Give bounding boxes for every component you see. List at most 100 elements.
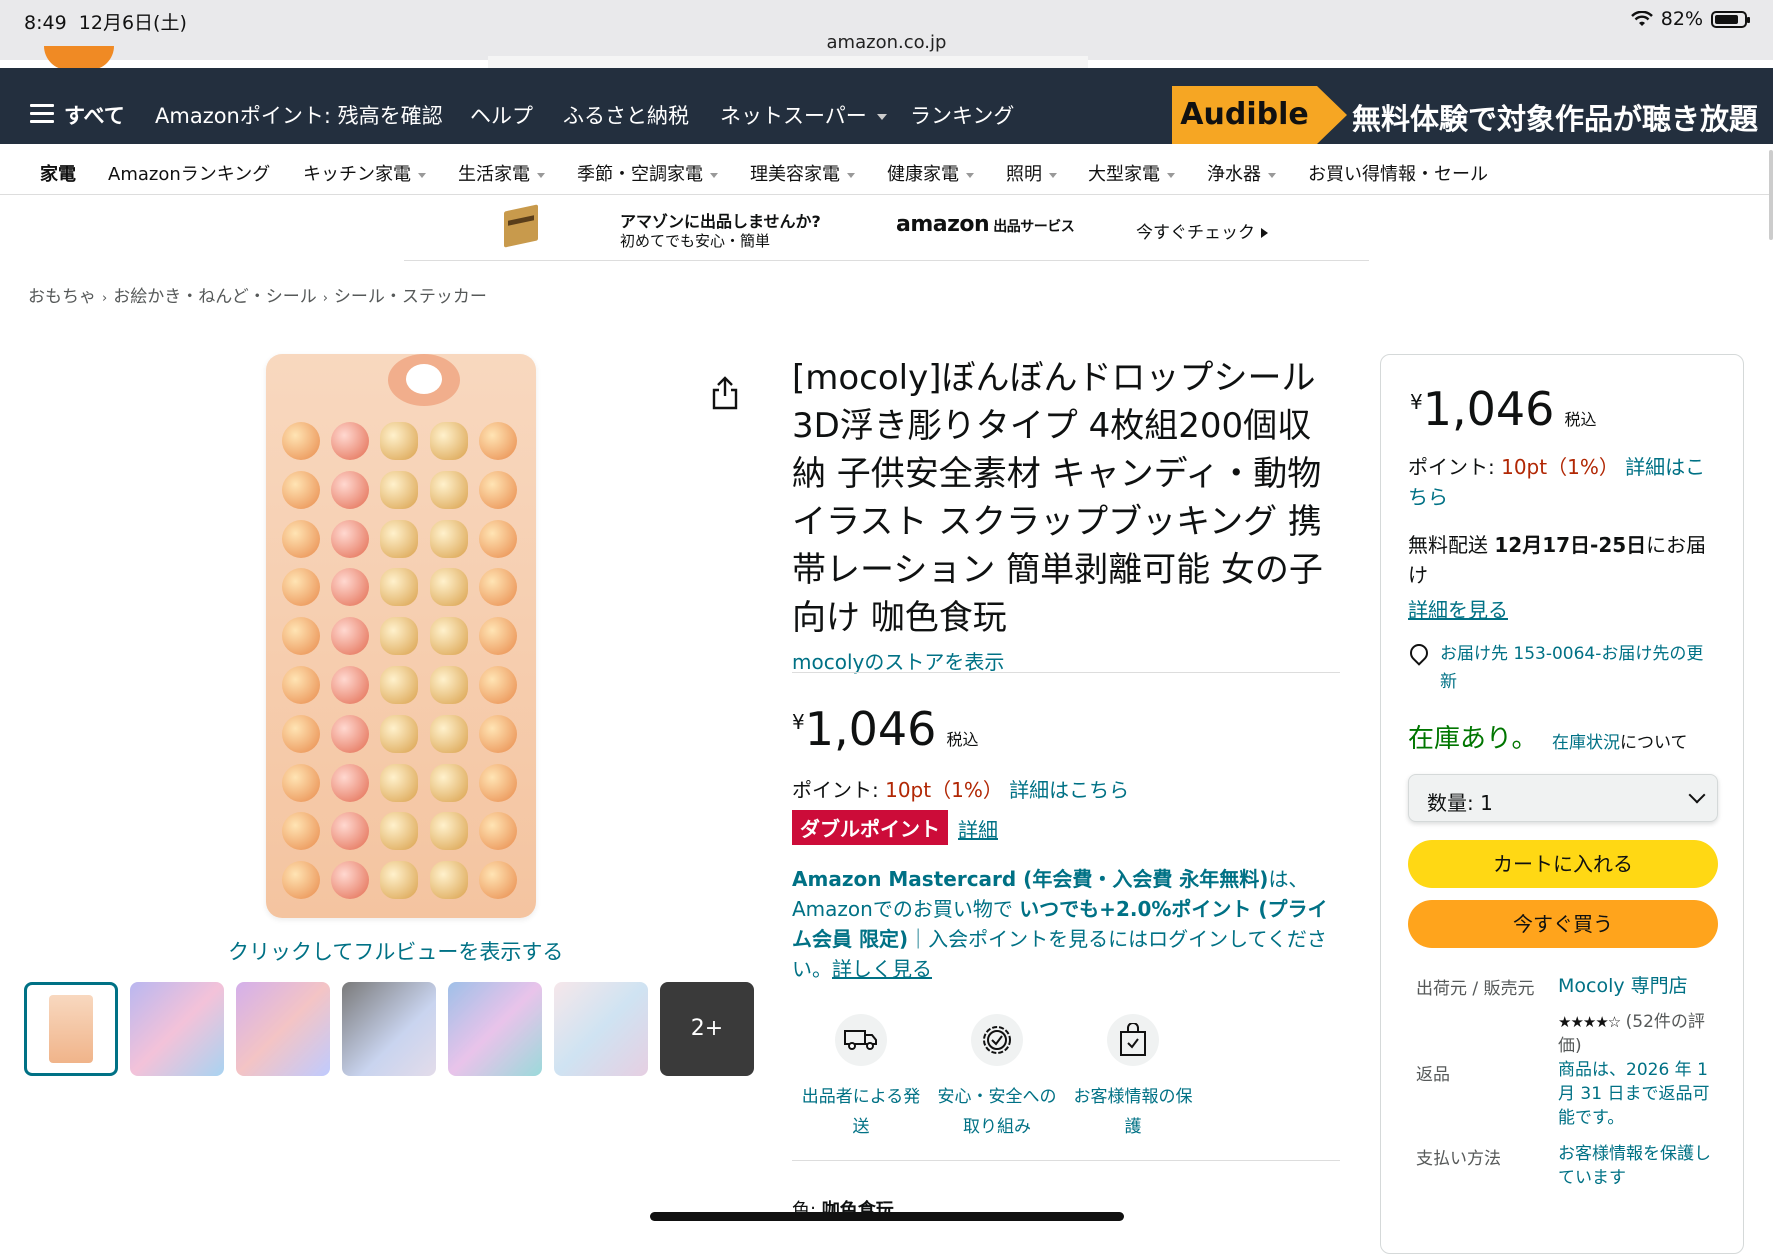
points-line: ポイント: 10pt（1%） 詳細はこちら [792,778,1130,802]
sticker-graphic [331,763,370,802]
sticker-graphic [429,812,468,851]
fullview-link[interactable]: クリックしてフルビューを表示する [228,936,563,966]
feature-safety[interactable]: 安心・安全への取り組み [932,1014,1062,1142]
subnav-item-kenkou[interactable]: 健康家電 [887,160,974,186]
nav-item-points[interactable]: Amazonポイント: 残高を確認 [155,100,443,130]
subnav-item-sale[interactable]: お買い得情報・セール [1308,160,1488,186]
thumbnail[interactable] [236,982,330,1076]
subnav-item-jousuiki[interactable]: 浄水器 [1207,160,1276,186]
add-to-cart-button[interactable]: カートに入れる [1408,840,1718,888]
thumbnail[interactable] [130,982,224,1076]
buy-now-button[interactable]: 今すぐ買う [1408,900,1718,948]
seller-rating[interactable]: ★★★★☆ (52件の評価) [1558,1010,1718,1058]
sticker-graphic [478,422,517,460]
chevron-down-icon [1688,786,1706,804]
sticker-graphic [478,812,517,851]
battery-icon [1711,10,1750,28]
banner-cta[interactable]: 今すぐチェック [1136,218,1268,243]
sticker-graphic [282,470,320,509]
thumbnail[interactable] [24,982,118,1076]
sticker-graphic [380,714,419,753]
store-link[interactable]: mocolyのストアを表示 [792,646,1004,675]
sticker-graphic [331,714,370,753]
subnav-item-seikatsu[interactable]: 生活家電 [458,160,545,186]
stock-note: 在庫状況について [1552,733,1688,753]
audible-arrow-icon [1317,86,1347,144]
play-arrow-icon [1261,228,1268,238]
sticker-graphic [282,422,320,460]
sticker-graphic [478,617,517,656]
double-point-detail-link[interactable]: 詳細 [958,814,998,843]
page-scrollbar[interactable] [1769,150,1773,240]
banner-line1: アマゾンに出品しませんか? [620,212,821,231]
seller-label: 出荷元 / 販売元 [1416,979,1535,999]
subnav-item-season[interactable]: 季節・空調家電 [577,160,718,186]
subnav-item-ranking[interactable]: Amazonランキング [108,160,270,186]
quantity-select[interactable]: 数量: 1 [1408,774,1718,822]
wifi-icon [1630,11,1653,26]
rating-stars: ★★★★☆ [1558,1013,1621,1031]
divider [792,1160,1340,1161]
chevron-down-icon [1268,172,1276,178]
mastercard-learn-more-link[interactable]: 詳しく見る [832,957,932,981]
sticker-graphic [478,714,517,753]
product-title: [mocoly]ぼんぼんドロップシール 3D浮き彫りタイプ 4枚組200個収納 … [792,358,1323,638]
divider [792,672,1340,673]
sticker-graphic [380,617,419,656]
feature-privacy[interactable]: お客様情報の保護 [1068,1014,1198,1142]
nav-all[interactable]: すべて [64,100,125,130]
subnav-item-shoumei[interactable]: 照明 [1006,160,1057,186]
subnav-item-oogata[interactable]: 大型家電 [1088,160,1175,186]
product-price: ¥1,046 税込 [792,702,979,756]
nav-item-furusato[interactable]: ふるさと納税 [563,100,689,130]
home-indicator[interactable] [650,1212,1124,1221]
thumbnail[interactable] [554,982,648,1076]
sticker-graphic [331,665,370,704]
sticker-sheet [282,422,520,902]
location-pin-icon [1406,640,1432,666]
subnav-item-biyou[interactable]: 理美容家電 [750,160,855,186]
delivery-detail-link[interactable]: 詳細を見る [1408,594,1508,623]
payment-label: 支払い方法 [1416,1149,1501,1169]
subnav-item-kaden[interactable]: 家電 [40,160,76,186]
delivery-location-link[interactable]: お届け先 153-0064-お届け先の更新 [1406,640,1718,696]
address-bar-url[interactable]: amazon.co.jp [0,32,1773,53]
subnav-item-kitchen[interactable]: キッチン家電 [303,160,426,186]
return-policy-link[interactable]: 商品は、2026 年 1 月 31 日まで返品可能です。 [1558,1058,1718,1130]
sticker-graphic [429,763,468,802]
sticker-graphic [282,519,320,558]
thumbnail-strip: 2+ [24,982,754,1076]
audible-banner[interactable]: Audible 無料体験で対象作品が聴き放題 [1172,86,1773,144]
payment-privacy-link[interactable]: お客様情報を保護しています [1558,1142,1718,1190]
nav-item-help[interactable]: ヘルプ [470,100,533,130]
hang-tab [388,354,460,406]
sticker-graphic [380,422,419,460]
sticker-graphic [478,568,517,607]
nav-item-ranking[interactable]: ランキング [910,100,1014,130]
sticker-graphic [478,470,517,509]
category-subnav: 家電 Amazonランキング キッチン家電 生活家電 季節・空調家電 理美容家電… [0,144,1773,195]
sticker-graphic [429,422,468,460]
thumbnail[interactable] [448,982,542,1076]
sticker-graphic [282,812,320,851]
more-thumbnails-button[interactable]: 2+ [660,982,754,1076]
breadcrumb-item[interactable]: おもちゃ [28,287,96,307]
main-product-image[interactable] [266,354,536,918]
feature-seller-shipping[interactable]: 出品者による発送 [796,1014,926,1142]
share-icon[interactable] [710,376,740,410]
seller-banner[interactable]: アマゾンに出品しませんか? 初めてでも安心・簡単 amazon 出品サービス 今す… [404,196,1369,261]
sticker-graphic [380,665,419,704]
mastercard-promo[interactable]: Amazon Mastercard (年会費・入会費 永年無料)は、Amazon… [792,864,1340,984]
chevron-down-icon [1049,172,1057,178]
points-detail-link[interactable]: 詳細はこちら [1009,778,1129,802]
seller-link[interactable]: Mocoly 専門店 [1558,974,1718,998]
menu-icon[interactable] [30,104,54,124]
sticker-graphic [282,665,320,704]
breadcrumb-item[interactable]: シール・ステッカー [334,287,487,307]
stock-status-link[interactable]: 在庫状況 [1552,733,1620,753]
banner-line2: 初めてでも安心・簡単 [620,232,771,250]
breadcrumb-item[interactable]: お絵かき・ねんど・シール [113,287,317,307]
delivery-info: 無料配送 12月17日-25日にお届け [1408,533,1707,587]
thumbnail[interactable] [342,982,436,1076]
nav-item-netsuper[interactable]: ネットスーパー [720,100,887,130]
